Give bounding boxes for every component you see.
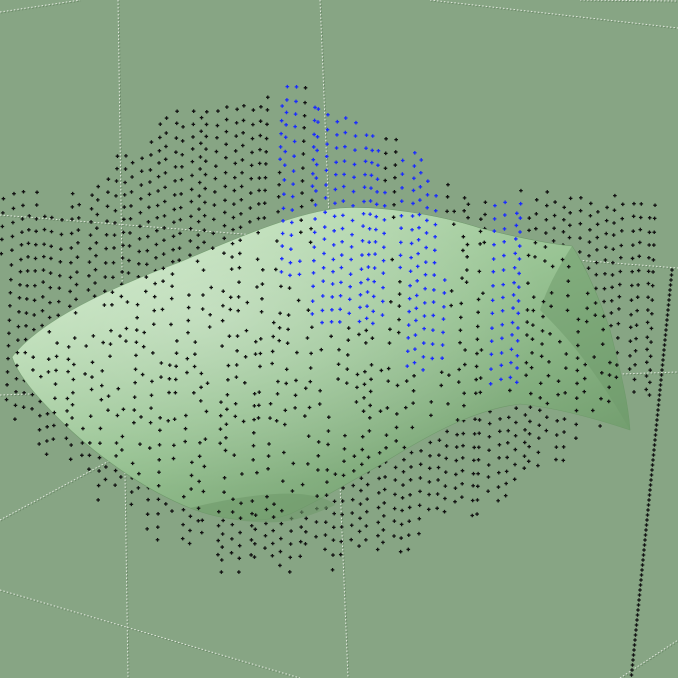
scene-canvas[interactable] bbox=[0, 0, 678, 678]
3d-viewport[interactable] bbox=[0, 0, 678, 678]
